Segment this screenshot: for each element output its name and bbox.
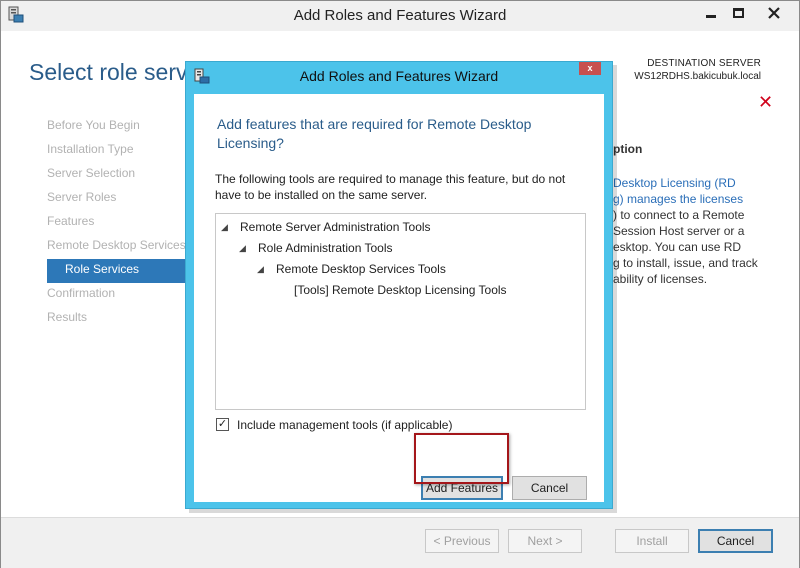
nav-item-before-you-begin[interactable]: Before You Begin: [47, 115, 187, 139]
required-features-tree[interactable]: ◢ Remote Server Administration Tools ◢ R…: [215, 213, 586, 410]
outer-title-bar[interactable]: Add Roles and Features Wizard: [1, 1, 799, 31]
expand-arrow-icon[interactable]: ◢: [221, 219, 228, 235]
description-line: g to install, issue, and track: [613, 256, 758, 270]
add-features-dialog: Add Roles and Features Wizard x Add feat…: [185, 61, 613, 509]
tree-item-remote-desktop-licensing-tools[interactable]: [Tools] Remote Desktop Licensing Tools: [294, 282, 507, 298]
page-title: Select role servi: [29, 59, 193, 85]
description-line: ability of licenses.: [613, 272, 708, 286]
role-description: ption Desktop Licensing (RD g) manages t…: [613, 141, 783, 287]
nav-item-features[interactable]: Features: [47, 211, 187, 235]
description-line: ) to connect to a Remote: [613, 208, 745, 222]
tree-item-remote-server-administration-tools[interactable]: Remote Server Administration Tools: [240, 219, 431, 235]
dialog-title-bar[interactable]: Add Roles and Features Wizard x: [186, 62, 612, 94]
expand-arrow-icon[interactable]: ◢: [239, 240, 246, 256]
description-title: ption: [613, 142, 643, 156]
description-line: esktop. You can use RD: [613, 240, 742, 254]
dialog-close-icon[interactable]: x: [579, 62, 601, 75]
outer-window-title: Add Roles and Features Wizard: [293, 7, 507, 24]
dialog-client-area: Add features that are required for Remot…: [194, 94, 604, 502]
include-management-tools-label: Include management tools (if applicable): [237, 418, 453, 432]
dialog-heading: Add features that are required for Remot…: [217, 116, 532, 151]
dialog-description: The following tools are required to mana…: [215, 172, 566, 202]
dialog-title: Add Roles and Features Wizard: [299, 68, 499, 84]
red-x-icon: ✕: [758, 92, 774, 112]
tree-item-role-administration-tools[interactable]: Role Administration Tools: [258, 240, 393, 256]
nav-item-remote-desktop-services[interactable]: Remote Desktop Services: [47, 235, 187, 259]
description-line: Session Host server or a: [613, 224, 745, 238]
wizard-nav: Before You Begin Installation Type Serve…: [47, 115, 187, 331]
dialog-cancel-button[interactable]: Cancel: [512, 476, 587, 500]
minimize-icon[interactable]: [697, 3, 724, 23]
tree-item-remote-desktop-services-tools[interactable]: Remote Desktop Services Tools: [276, 261, 446, 277]
description-line: g) manages the licenses: [613, 192, 744, 206]
nav-item-server-selection[interactable]: Server Selection: [47, 163, 187, 187]
nav-item-confirmation[interactable]: Confirmation: [47, 283, 187, 307]
highlight-annotation: [414, 433, 509, 484]
previous-button[interactable]: < Previous: [425, 529, 499, 553]
next-button[interactable]: Next >: [508, 529, 582, 553]
description-line[interactable]: Desktop Licensing (RD: [613, 175, 783, 191]
expand-arrow-icon[interactable]: ◢: [257, 261, 264, 277]
nav-item-role-services[interactable]: Role Services: [47, 259, 187, 283]
close-icon[interactable]: [753, 3, 795, 23]
destination-server-name: WS12RDHS.bakicubuk.local: [634, 71, 761, 82]
destination-server-label: DESTINATION SERVER: [647, 58, 761, 69]
maximize-icon[interactable]: [725, 3, 752, 23]
nav-item-server-roles[interactable]: Server Roles: [47, 187, 187, 211]
cancel-button[interactable]: Cancel: [698, 529, 773, 553]
wizard-footer: < Previous Next > Install Cancel: [1, 517, 799, 568]
nav-item-installation-type[interactable]: Installation Type: [47, 139, 187, 163]
install-button[interactable]: Install: [615, 529, 689, 553]
nav-item-results[interactable]: Results: [47, 307, 187, 331]
include-management-tools-checkbox[interactable]: ✓: [216, 418, 229, 431]
